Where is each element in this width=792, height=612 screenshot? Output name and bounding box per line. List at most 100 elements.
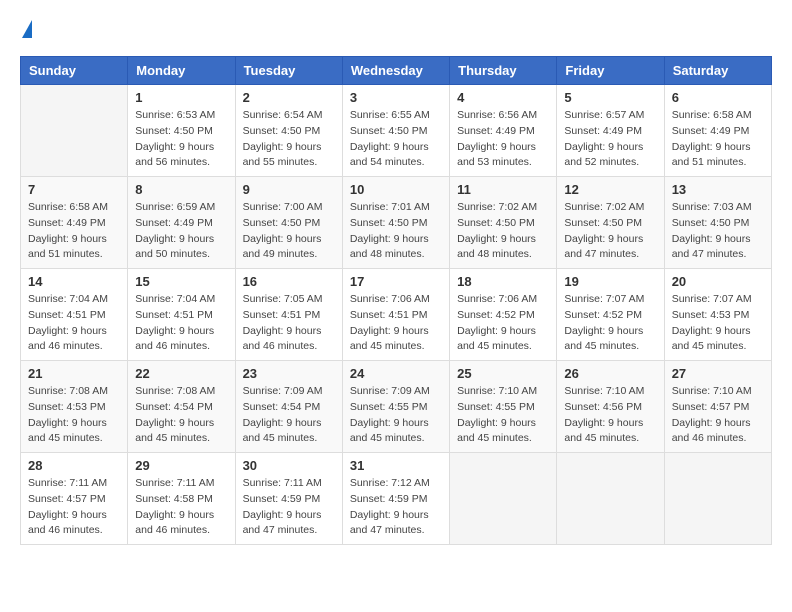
day-info: Sunrise: 7:03 AMSunset: 4:50 PMDaylight:… [672, 200, 764, 263]
calendar-cell: 21 Sunrise: 7:08 AMSunset: 4:53 PMDayligh… [21, 361, 128, 453]
calendar-cell: 22 Sunrise: 7:08 AMSunset: 4:54 PMDayligh… [128, 361, 235, 453]
day-number: 25 [457, 366, 549, 381]
day-info: Sunrise: 7:00 AMSunset: 4:50 PMDaylight:… [243, 200, 335, 263]
calendar-cell: 15 Sunrise: 7:04 AMSunset: 4:51 PMDayligh… [128, 269, 235, 361]
day-number: 8 [135, 182, 227, 197]
calendar-cell: 30 Sunrise: 7:11 AMSunset: 4:59 PMDayligh… [235, 453, 342, 545]
day-info: Sunrise: 7:11 AMSunset: 4:58 PMDaylight:… [135, 476, 227, 539]
calendar-cell [557, 453, 664, 545]
day-number: 24 [350, 366, 442, 381]
day-number: 28 [28, 458, 120, 473]
calendar-cell: 19Sunrise: 7:07 AMSunset: 4:52 PMDayligh… [557, 269, 664, 361]
day-number: 20 [672, 274, 764, 289]
day-header-thursday: Thursday [450, 57, 557, 85]
day-number: 22 [135, 366, 227, 381]
day-number: 6 [672, 90, 764, 105]
calendar-cell: 26 Sunrise: 7:10 AMSunset: 4:56 PMDayligh… [557, 361, 664, 453]
calendar-cell: 17Sunrise: 7:06 AMSunset: 4:51 PMDayligh… [342, 269, 449, 361]
day-info: Sunrise: 6:58 AMSunset: 4:49 PMDaylight:… [28, 200, 120, 263]
day-info: Sunrise: 7:08 AMSunset: 4:54 PMDaylight:… [135, 384, 227, 447]
day-number: 31 [350, 458, 442, 473]
day-number: 9 [243, 182, 335, 197]
day-info: Sunrise: 7:12 AMSunset: 4:59 PMDaylight:… [350, 476, 442, 539]
day-number: 12 [564, 182, 656, 197]
day-info: Sunrise: 7:04 AMSunset: 4:51 PMDaylight:… [135, 292, 227, 355]
calendar-cell: 7 Sunrise: 6:58 AMSunset: 4:49 PMDaylight… [21, 177, 128, 269]
calendar-cell: 23Sunrise: 7:09 AMSunset: 4:54 PMDayligh… [235, 361, 342, 453]
calendar-cell: 10Sunrise: 7:01 AMSunset: 4:50 PMDayligh… [342, 177, 449, 269]
calendar-cell: 25 Sunrise: 7:10 AMSunset: 4:55 PMDayligh… [450, 361, 557, 453]
day-number: 21 [28, 366, 120, 381]
calendar-cell: 27 Sunrise: 7:10 AMSunset: 4:57 PMDayligh… [664, 361, 771, 453]
calendar-header-row: SundayMondayTuesdayWednesdayThursdayFrid… [21, 57, 772, 85]
calendar-cell: 5Sunrise: 6:57 AMSunset: 4:49 PMDaylight… [557, 85, 664, 177]
logo [20, 20, 32, 40]
page-header [20, 20, 772, 40]
day-number: 30 [243, 458, 335, 473]
day-info: Sunrise: 7:10 AMSunset: 4:56 PMDaylight:… [564, 384, 656, 447]
calendar-cell: 18Sunrise: 7:06 AMSunset: 4:52 PMDayligh… [450, 269, 557, 361]
day-header-tuesday: Tuesday [235, 57, 342, 85]
day-info: Sunrise: 6:59 AMSunset: 4:49 PMDaylight:… [135, 200, 227, 263]
calendar-week-row: 7 Sunrise: 6:58 AMSunset: 4:49 PMDaylight… [21, 177, 772, 269]
calendar-cell [664, 453, 771, 545]
day-number: 4 [457, 90, 549, 105]
calendar-cell: 20 Sunrise: 7:07 AMSunset: 4:53 PMDayligh… [664, 269, 771, 361]
day-number: 14 [28, 274, 120, 289]
day-info: Sunrise: 7:11 AMSunset: 4:59 PMDaylight:… [243, 476, 335, 539]
calendar-cell: 12 Sunrise: 7:02 AMSunset: 4:50 PMDayligh… [557, 177, 664, 269]
calendar-cell: 13 Sunrise: 7:03 AMSunset: 4:50 PMDayligh… [664, 177, 771, 269]
day-number: 15 [135, 274, 227, 289]
calendar-cell: 24 Sunrise: 7:09 AMSunset: 4:55 PMDayligh… [342, 361, 449, 453]
calendar-cell: 3 Sunrise: 6:55 AMSunset: 4:50 PMDaylight… [342, 85, 449, 177]
day-info: Sunrise: 6:53 AMSunset: 4:50 PMDaylight:… [135, 108, 227, 171]
day-info: Sunrise: 7:09 AMSunset: 4:55 PMDaylight:… [350, 384, 442, 447]
day-info: Sunrise: 7:06 AMSunset: 4:52 PMDaylight:… [457, 292, 549, 355]
day-number: 26 [564, 366, 656, 381]
calendar-cell: 28 Sunrise: 7:11 AMSunset: 4:57 PMDayligh… [21, 453, 128, 545]
day-info: Sunrise: 7:10 AMSunset: 4:55 PMDaylight:… [457, 384, 549, 447]
day-info: Sunrise: 7:05 AMSunset: 4:51 PMDaylight:… [243, 292, 335, 355]
day-header-monday: Monday [128, 57, 235, 85]
day-info: Sunrise: 7:08 AMSunset: 4:53 PMDaylight:… [28, 384, 120, 447]
day-info: Sunrise: 6:54 AMSunset: 4:50 PMDaylight:… [243, 108, 335, 171]
day-number: 2 [243, 90, 335, 105]
calendar-cell: 11Sunrise: 7:02 AMSunset: 4:50 PMDayligh… [450, 177, 557, 269]
day-info: Sunrise: 6:55 AMSunset: 4:50 PMDaylight:… [350, 108, 442, 171]
calendar-cell: 29 Sunrise: 7:11 AMSunset: 4:58 PMDayligh… [128, 453, 235, 545]
calendar-cell: 6 Sunrise: 6:58 AMSunset: 4:49 PMDaylight… [664, 85, 771, 177]
day-info: Sunrise: 7:07 AMSunset: 4:52 PMDaylight:… [564, 292, 656, 355]
calendar-week-row: 1 Sunrise: 6:53 AMSunset: 4:50 PMDaylight… [21, 85, 772, 177]
day-info: Sunrise: 7:04 AMSunset: 4:51 PMDaylight:… [28, 292, 120, 355]
day-number: 27 [672, 366, 764, 381]
calendar-cell: 4Sunrise: 6:56 AMSunset: 4:49 PMDaylight… [450, 85, 557, 177]
calendar-table: SundayMondayTuesdayWednesdayThursdayFrid… [20, 56, 772, 545]
day-number: 1 [135, 90, 227, 105]
calendar-cell [21, 85, 128, 177]
calendar-week-row: 28 Sunrise: 7:11 AMSunset: 4:57 PMDayligh… [21, 453, 772, 545]
day-number: 29 [135, 458, 227, 473]
day-number: 7 [28, 182, 120, 197]
day-number: 13 [672, 182, 764, 197]
day-info: Sunrise: 7:11 AMSunset: 4:57 PMDaylight:… [28, 476, 120, 539]
calendar-cell: 16 Sunrise: 7:05 AMSunset: 4:51 PMDayligh… [235, 269, 342, 361]
day-header-wednesday: Wednesday [342, 57, 449, 85]
day-info: Sunrise: 7:01 AMSunset: 4:50 PMDaylight:… [350, 200, 442, 263]
day-info: Sunrise: 7:07 AMSunset: 4:53 PMDaylight:… [672, 292, 764, 355]
day-info: Sunrise: 6:57 AMSunset: 4:49 PMDaylight:… [564, 108, 656, 171]
day-header-saturday: Saturday [664, 57, 771, 85]
calendar-cell [450, 453, 557, 545]
day-number: 16 [243, 274, 335, 289]
calendar-week-row: 21 Sunrise: 7:08 AMSunset: 4:53 PMDayligh… [21, 361, 772, 453]
calendar-cell: 31 Sunrise: 7:12 AMSunset: 4:59 PMDayligh… [342, 453, 449, 545]
day-info: Sunrise: 7:02 AMSunset: 4:50 PMDaylight:… [564, 200, 656, 263]
day-header-sunday: Sunday [21, 57, 128, 85]
day-info: Sunrise: 7:06 AMSunset: 4:51 PMDaylight:… [350, 292, 442, 355]
day-number: 11 [457, 182, 549, 197]
day-info: Sunrise: 7:10 AMSunset: 4:57 PMDaylight:… [672, 384, 764, 447]
day-number: 3 [350, 90, 442, 105]
calendar-cell: 1 Sunrise: 6:53 AMSunset: 4:50 PMDaylight… [128, 85, 235, 177]
day-info: Sunrise: 6:58 AMSunset: 4:49 PMDaylight:… [672, 108, 764, 171]
calendar-cell: 8 Sunrise: 6:59 AMSunset: 4:49 PMDaylight… [128, 177, 235, 269]
calendar-cell: 14 Sunrise: 7:04 AMSunset: 4:51 PMDayligh… [21, 269, 128, 361]
